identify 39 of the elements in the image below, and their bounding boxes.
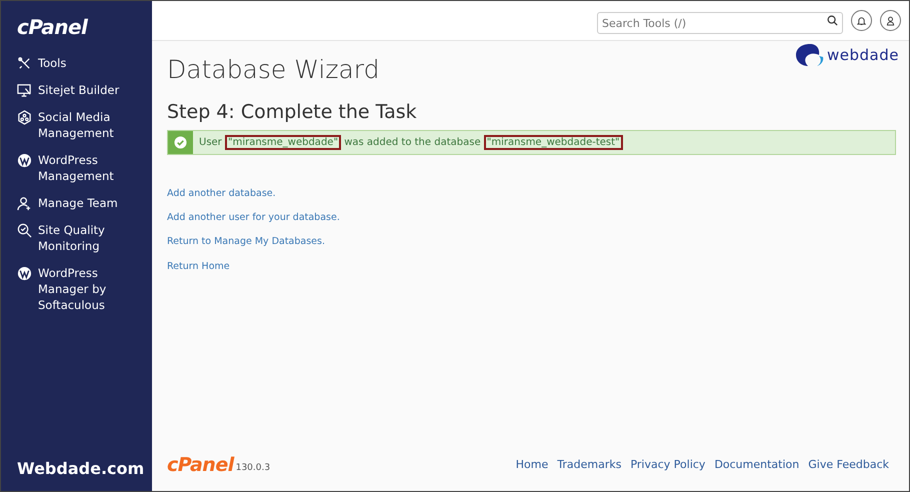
bell-icon (857, 16, 866, 26)
sidebar-item[interactable]: Social Media Management (17, 109, 137, 141)
sidebar-item[interactable]: WordPress Manager by Softaculous (17, 265, 127, 313)
tools-icon (17, 56, 32, 71)
sidebar-item[interactable]: Site Quality Monitoring (17, 222, 137, 254)
alert-message: User "miransme_webdade" was added to the database "miransme_webdade-test" (193, 134, 623, 150)
footer-link[interactable]: Give Feedback (808, 457, 889, 474)
version-text: 130.0.3 (236, 462, 270, 474)
hexagon-network-icon (17, 110, 32, 125)
monitor-icon (17, 83, 32, 98)
link[interactable]: Return Home (167, 260, 230, 274)
footer-link[interactable]: Privacy Policy (630, 457, 706, 474)
page-title: Database Wizard (167, 55, 380, 85)
webdade-logo-icon (795, 43, 826, 67)
cpanel-logo[interactable]: cPanel (17, 17, 88, 37)
user-icon (886, 16, 895, 26)
user-plus-icon (17, 196, 32, 211)
wordpress-icon (17, 153, 32, 168)
link[interactable]: Add another user for your database. (167, 211, 340, 226)
footer-link[interactable]: Trademarks (557, 457, 622, 474)
notifications-button[interactable] (851, 10, 872, 31)
sidebar-item[interactable]: WordPress Management (17, 152, 137, 184)
search-field[interactable]: Search Tools (/) (597, 12, 843, 34)
user-button[interactable] (880, 10, 901, 31)
footer-link[interactable]: Documentation (714, 457, 800, 474)
step-heading: Step 4: Complete the Task (167, 101, 418, 124)
magnifier-check-icon (17, 223, 32, 238)
sidebar-footer-text: Webdade.com (17, 458, 144, 480)
link[interactable]: Add another database. (167, 186, 276, 202)
check-circle-icon (174, 136, 187, 149)
footer-link[interactable]: Home (516, 457, 548, 474)
wordpress-icon (17, 266, 32, 281)
brand-logo-text: webdade (827, 44, 899, 66)
cpanel-logo: cPanel (167, 456, 234, 475)
sidebar-item[interactable]: Manage Team (17, 195, 137, 211)
search-icon[interactable] (827, 14, 838, 26)
sidebar-item[interactable]: Sitejet Builder (17, 82, 137, 98)
link[interactable]: Return to Manage My Databases. (167, 235, 325, 250)
sidebar-item[interactable]: Tools (17, 55, 137, 71)
